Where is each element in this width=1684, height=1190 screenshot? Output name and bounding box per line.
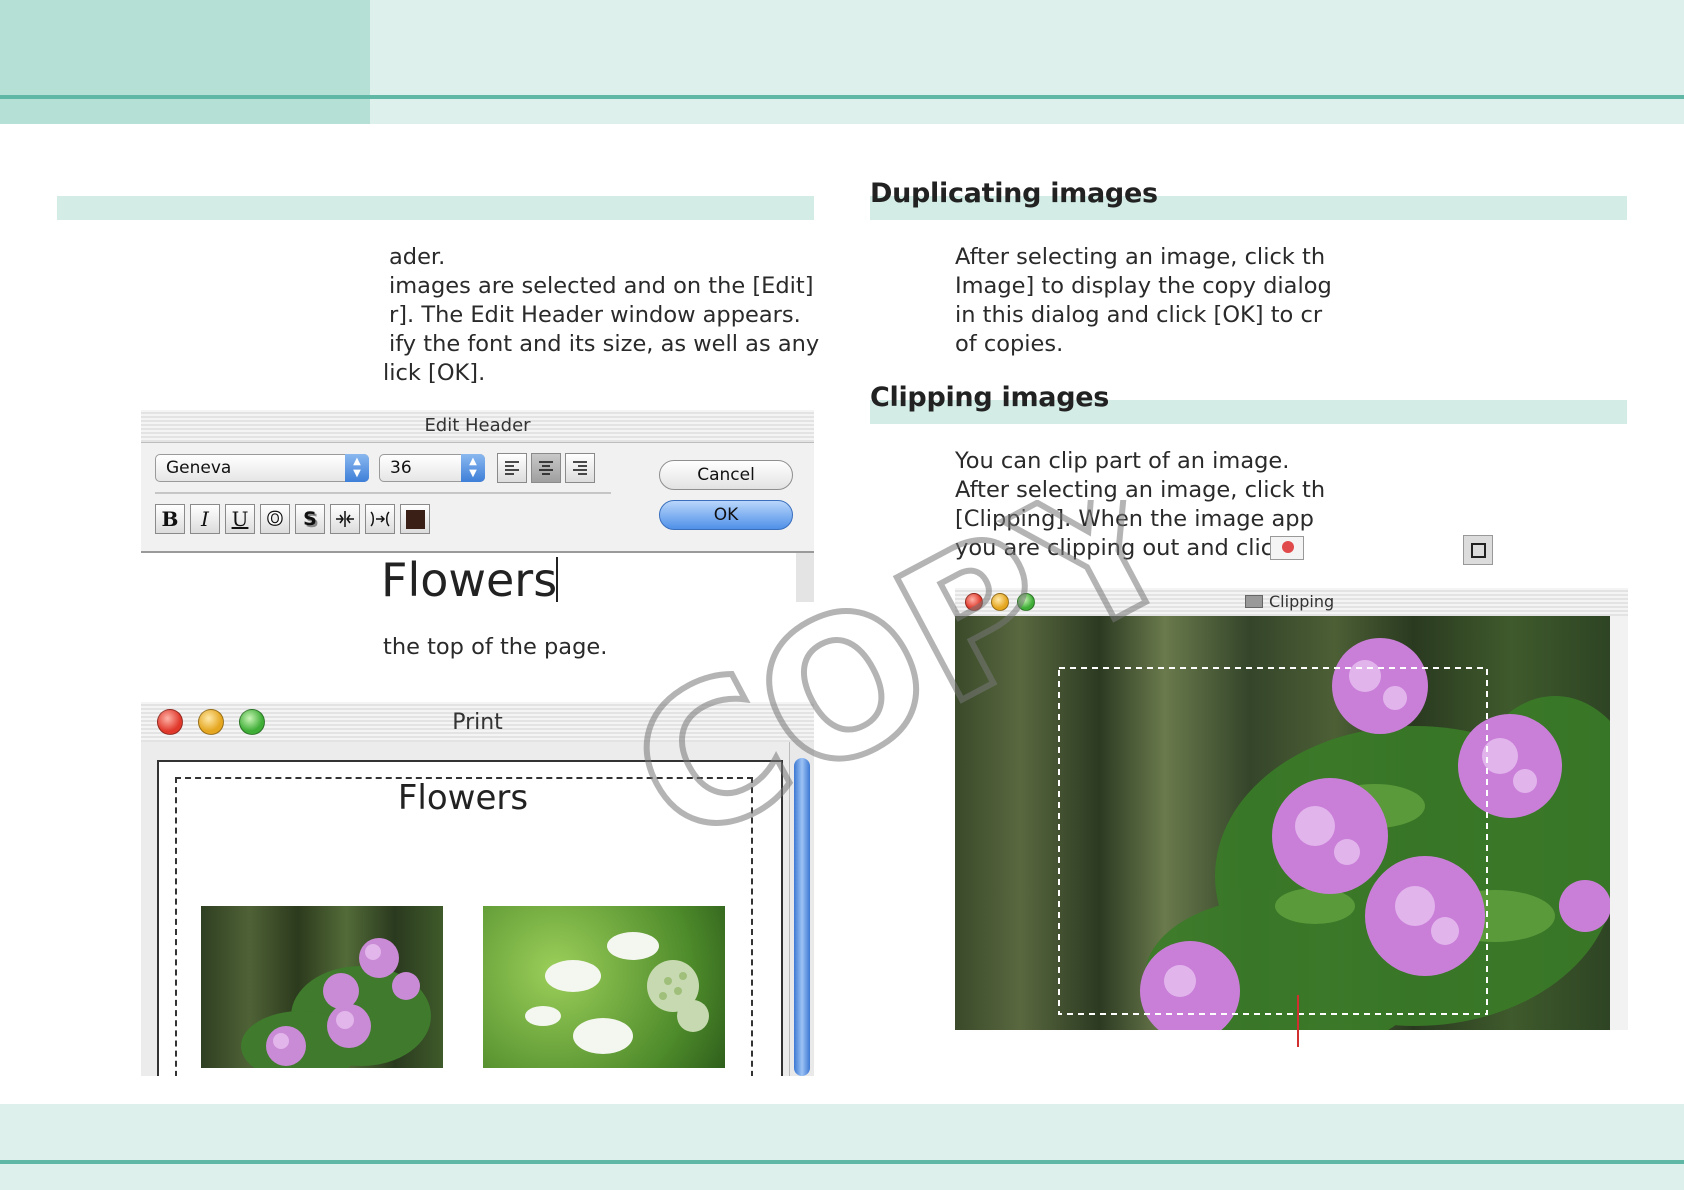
instruction-line: r]. The Edit Header window appears. (389, 302, 801, 328)
text-color-button[interactable] (400, 504, 430, 534)
hydrangea-photo (1058, 638, 1610, 1030)
text-line: Image] to display the copy dialog (955, 273, 1332, 299)
left-instructions: ader. images are selected and on the [Ed… (380, 243, 819, 388)
align-right-icon (573, 461, 587, 475)
duplicating-heading: Duplicating images (870, 178, 1158, 209)
white-flowers-image (525, 932, 709, 1054)
page-footer-rule (0, 1160, 1684, 1164)
print-scrollbar[interactable] (789, 742, 814, 1076)
expand-button[interactable] (365, 504, 395, 534)
minimize-icon[interactable] (991, 593, 1009, 611)
instruction-line: ify the font and its size, as well as an… (389, 331, 820, 357)
align-left-icon (505, 461, 519, 475)
outline-button[interactable]: O (260, 504, 290, 534)
result-text: the top of the page. (383, 634, 608, 660)
print-window: Print Flowers (141, 702, 814, 1076)
scroll-thumb[interactable] (794, 758, 810, 1076)
font-select-value: Geneva (166, 458, 232, 478)
align-left-button[interactable] (497, 453, 527, 483)
callout-line (1297, 995, 1299, 1047)
close-icon[interactable] (965, 593, 983, 611)
edit-header-window: Edit Header Geneva ▲ ▼ 36 ▲ ▼ B I U O S Ca… (141, 410, 814, 602)
left-section-bar (57, 196, 814, 220)
text-line: [Clipping]. When the image app (955, 506, 1314, 532)
italic-button[interactable]: I (190, 504, 220, 534)
page-header-text: Flowers (397, 778, 529, 818)
photo-thumbnail-white-flowers[interactable] (483, 906, 725, 1068)
font-select[interactable]: Geneva ▲ ▼ (155, 454, 369, 482)
text-line: in this dialog and click [OK] to cr (955, 302, 1323, 328)
select-arrows-icon: ▲ ▼ (461, 454, 485, 482)
clipping-window: Clipping (955, 588, 1628, 1030)
clipping-scrollbar[interactable] (1610, 616, 1628, 1030)
page-footer-band (0, 1104, 1684, 1190)
header-text: Flowers (381, 553, 558, 602)
text-area-scrollbar[interactable] (796, 553, 814, 602)
page-preview: Flowers (157, 760, 783, 1076)
clipping-heading: Clipping images (870, 382, 1110, 413)
clipping-photo[interactable] (955, 616, 1610, 1030)
text-line: You can clip part of an image. (955, 448, 1290, 474)
expand-icon (370, 511, 390, 527)
ok-button[interactable]: OK (659, 500, 793, 530)
cancel-button[interactable]: Cancel (659, 460, 793, 490)
record-button-icon (1270, 536, 1304, 560)
align-right-button[interactable] (565, 453, 595, 483)
page-header-rule (0, 95, 1684, 99)
size-select-value: 36 (390, 458, 412, 478)
condense-icon (336, 511, 354, 527)
instruction-line: lick [OK]. (383, 360, 486, 386)
edit-header-title: Edit Header (424, 415, 531, 436)
page-header-tab (0, 0, 370, 124)
zoom-icon[interactable] (1017, 593, 1035, 611)
instruction-line: images are selected and on the [Edit] (389, 273, 814, 299)
size-select[interactable]: 36 ▲ ▼ (379, 454, 485, 482)
duplicating-text: After selecting an image, click th Image… (955, 243, 1332, 359)
condense-button[interactable] (330, 504, 360, 534)
text-line: After selecting an image, click th (955, 244, 1326, 270)
text-cursor (556, 557, 558, 602)
clipping-title: Clipping (1269, 592, 1335, 611)
document-icon (1245, 595, 1263, 608)
underline-button[interactable]: U (225, 504, 255, 534)
hydrangea-image (241, 938, 431, 1068)
photo-thumbnail-hydrangea[interactable] (201, 906, 443, 1068)
align-center-button[interactable] (531, 453, 561, 483)
bold-button[interactable]: B (155, 504, 185, 534)
shadow-button[interactable]: S (295, 504, 325, 534)
header-text-area[interactable]: Flowers (141, 553, 796, 602)
select-arrows-icon: ▲ ▼ (345, 454, 369, 482)
print-title: Print (452, 710, 503, 735)
align-center-icon (539, 461, 553, 475)
instruction-line: ader. (389, 244, 446, 270)
text-line: of copies. (955, 331, 1064, 357)
clip-tool-icon (1463, 535, 1493, 565)
text-line: After selecting an image, click th (955, 477, 1326, 503)
color-swatch (406, 510, 425, 529)
